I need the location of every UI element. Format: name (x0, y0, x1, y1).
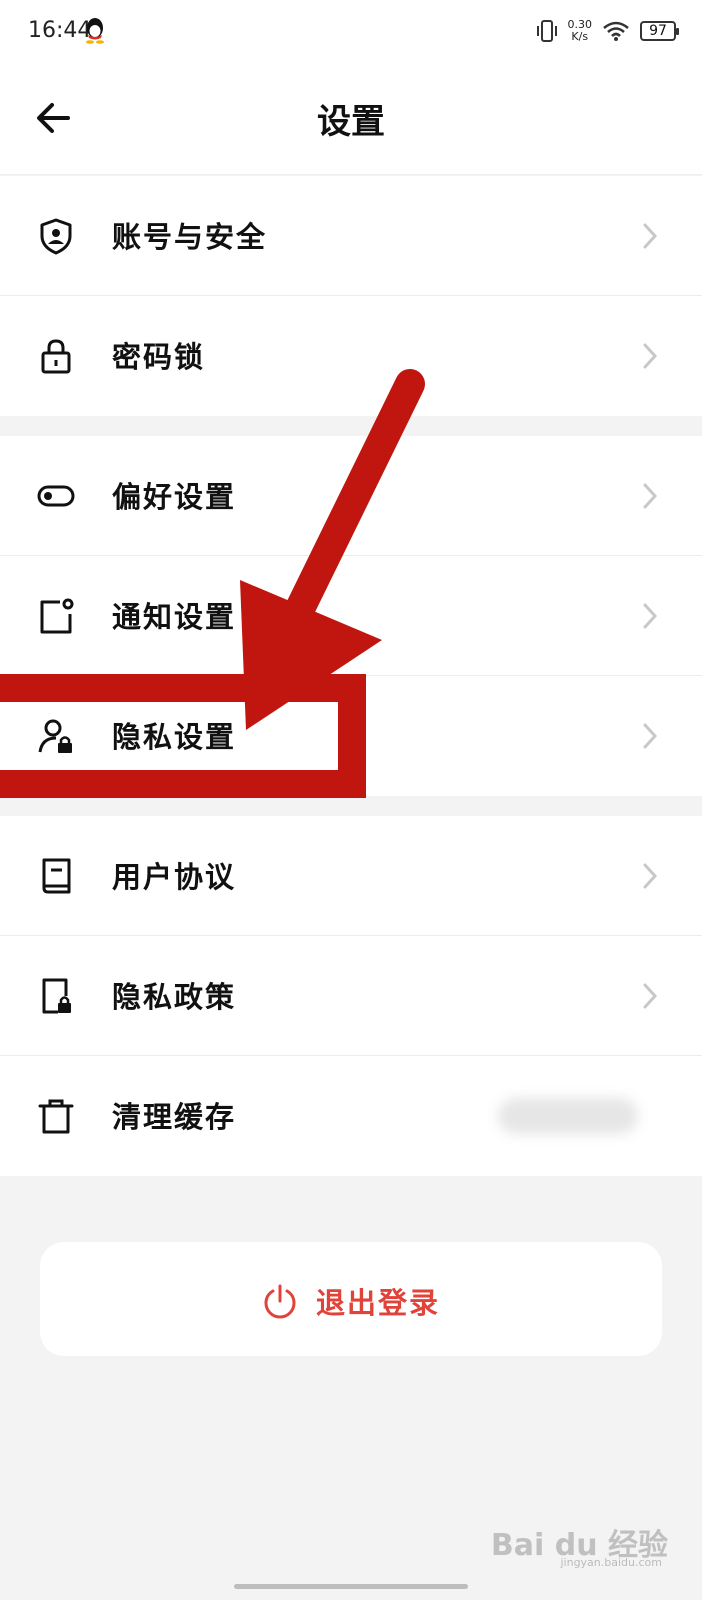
settings-item-account-security[interactable]: 账号与安全 (0, 176, 702, 296)
settings-item-label: 隐私政策 (112, 980, 237, 1014)
chevron-right-icon (643, 863, 658, 889)
status-icons: 0.30 K/s 97 (536, 16, 679, 46)
status-time: 16:44 (28, 18, 92, 43)
settings-item-notifications[interactable]: 通知设置 (0, 556, 702, 676)
settings-item-label: 偏好设置 (112, 480, 237, 514)
settings-item-password-lock[interactable]: 密码锁 (0, 296, 702, 416)
qq-icon (86, 18, 104, 44)
logout-button[interactable]: 退出登录 (40, 1242, 662, 1356)
settings-item-preferences[interactable]: 偏好设置 (0, 436, 702, 556)
page-title: 设置 (317, 102, 385, 142)
chevron-right-icon (643, 723, 658, 749)
net-speed: 0.30 K/s (568, 19, 593, 43)
annotation-highlight-box (0, 674, 366, 798)
notification-icon (40, 598, 74, 634)
watermark-url: jingyan.baidu.com (560, 1556, 662, 1569)
document-lock-icon (42, 978, 71, 1014)
settings-item-privacy-policy[interactable]: 隐私政策 (0, 936, 702, 1056)
trash-icon (38, 1099, 74, 1134)
settings-group-account: 账号与安全 密码锁 (0, 176, 702, 416)
settings-item-clear-cache[interactable]: 清理缓存 (0, 1056, 702, 1176)
logout-label: 退出登录 (315, 1286, 440, 1320)
settings-item-user-agreement[interactable]: 用户协议 (0, 816, 702, 936)
book-icon (42, 858, 71, 894)
battery-indicator: 97 (640, 21, 679, 41)
logout-content: 退出登录 (40, 1280, 662, 1322)
cache-size-blurred (498, 1098, 638, 1134)
power-icon (264, 1284, 296, 1319)
wifi-icon (603, 21, 629, 41)
vibrate-icon (536, 20, 557, 42)
shield-user-icon (40, 218, 72, 255)
settings-item-label: 通知设置 (112, 600, 237, 634)
lock-icon (41, 339, 71, 374)
settings-group-legal: 用户协议 隐私政策 清理缓存 (0, 816, 702, 1176)
settings-item-label: 账号与安全 (112, 220, 268, 254)
chevron-right-icon (643, 983, 658, 1009)
chevron-right-icon (643, 603, 658, 629)
home-indicator[interactable] (234, 1584, 468, 1589)
toggle-icon (37, 485, 75, 507)
chevron-right-icon (643, 483, 658, 509)
net-speed-unit: K/s (571, 30, 589, 43)
header: 设置 (0, 64, 702, 175)
settings-item-label: 用户协议 (112, 860, 237, 894)
chevron-right-icon (643, 343, 658, 369)
chevron-right-icon (643, 223, 658, 249)
status-bar: 16:44 0.30 K/s 97 (0, 0, 702, 64)
settings-item-label: 密码锁 (112, 340, 206, 374)
settings-item-label: 清理缓存 (112, 1100, 237, 1134)
